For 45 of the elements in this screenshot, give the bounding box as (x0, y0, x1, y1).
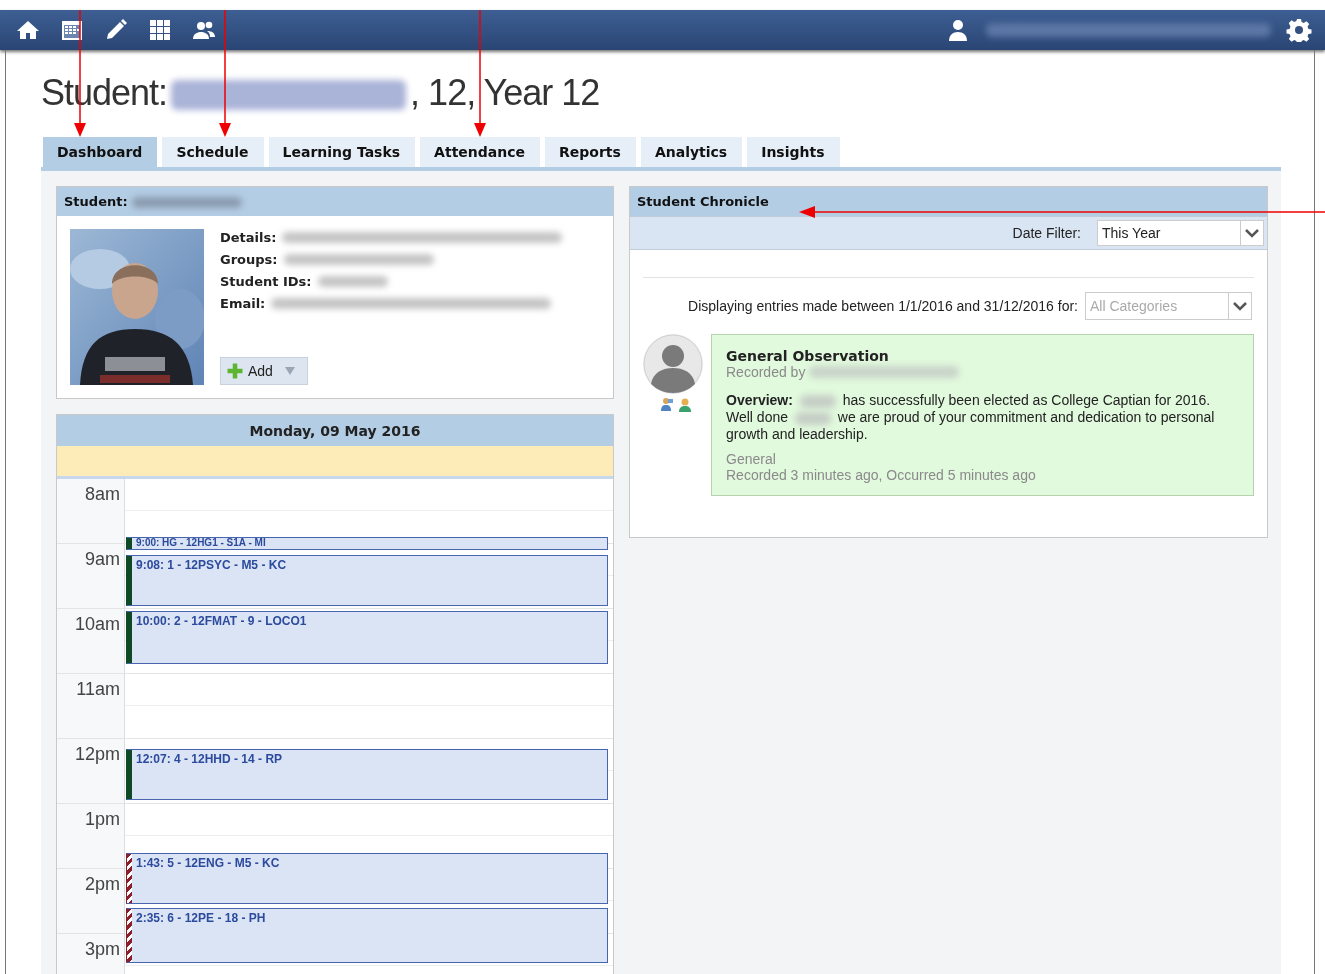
tab[interactable]: Insights (747, 137, 840, 167)
entry-times: Recorded 3 minutes ago, Occurred 5 minutes ago (726, 467, 1037, 483)
hour-label: 10am (57, 609, 125, 673)
field-label: Details: (220, 230, 277, 245)
plus-icon (226, 362, 244, 380)
settings-icon[interactable] (1285, 18, 1313, 42)
entry-text: Overview: has successfully been elected as College Captian for 2016. Well done we are proud of your commitment and dedication to personal growth and leadership. (726, 392, 1216, 443)
range-text: Displaying entries made between 1/1/2016 and 31/12/2016 for: (688, 298, 1078, 314)
field-label: Email: (220, 296, 266, 311)
tab[interactable]: Schedule (162, 137, 264, 167)
calendar-event[interactable]: 9:08: 1 - 12PSYC - M5 - KC (126, 555, 608, 606)
tab[interactable]: Analytics (640, 137, 743, 167)
field-label: Groups: (220, 252, 278, 267)
recorded-by: Recorded by (726, 364, 806, 380)
hour-label: 8am (57, 479, 125, 543)
people-icon (660, 397, 694, 412)
calendar-event[interactable]: 9:00: HG - 12HG1 - S1A - MI (126, 537, 608, 550)
filter-label: Date Filter: (1012, 225, 1081, 241)
hour-label: 2pm (57, 869, 125, 933)
hour-label: 9am (57, 544, 125, 608)
caret-icon (284, 367, 295, 375)
redacted-text (317, 275, 388, 288)
calendar-event[interactable]: 1:43: 5 - 12ENG - M5 - KC (126, 853, 608, 904)
calendar-event[interactable]: 10:00: 2 - 12FMAT - 9 - LOCO1 (126, 611, 608, 664)
card-header: Student: (57, 187, 613, 216)
hour-label: 3pm (57, 934, 125, 974)
hour-label: 1pm (57, 804, 125, 868)
chevron-icon (1233, 301, 1247, 311)
tab[interactable]: Attendance (420, 137, 541, 167)
hour-label: 12pm (57, 739, 125, 803)
tab[interactable]: Learning Tasks (268, 137, 416, 167)
calendar-event[interactable]: 12:07: 4 - 12HHD - 14 - RP (126, 749, 608, 800)
tab[interactable]: Reports (545, 137, 636, 167)
tab[interactable]: Dashboard (43, 137, 158, 167)
entry-title: General Observation (726, 348, 890, 364)
entry-category: General (726, 451, 777, 467)
add-button[interactable]: Add (220, 357, 308, 385)
hour-label: 11am (57, 674, 125, 738)
avatar-icon (643, 334, 703, 394)
date-filter-select[interactable]: This Year (1097, 220, 1264, 246)
field-label: Student IDs: (220, 274, 312, 289)
calendar-event[interactable]: 2:35: 6 - 12PE - 18 - PH (126, 908, 608, 963)
calendar-date: Monday, 09 May 2016 (57, 415, 613, 446)
chevron-icon (1245, 228, 1259, 238)
panel-title: Student Chronicle (630, 187, 1267, 216)
